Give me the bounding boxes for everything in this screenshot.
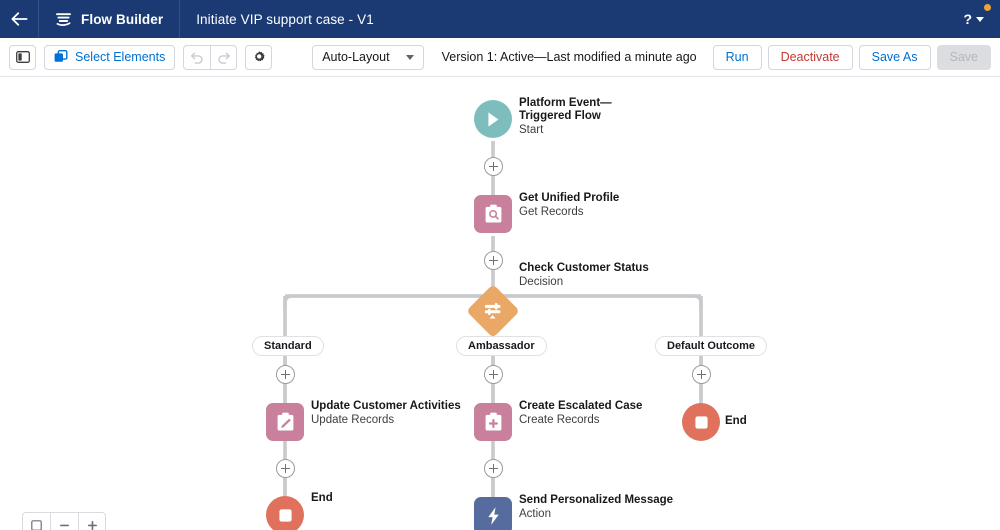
node-check-customer-status-subtitle: Decision [519,275,564,288]
add-element-button-ambassador[interactable] [484,365,503,384]
arrow-left-icon [11,11,28,26]
node-update-customer-activities-label: Update Customer Activities Update Record… [311,400,461,427]
select-elements-icon [54,50,68,62]
node-get-unified-profile-subtitle: Get Records [519,205,584,218]
node-get-unified-profile-title: Get Unified Profile [519,192,620,204]
branch-label-standard[interactable]: Standard [252,336,324,356]
play-icon [488,111,499,127]
node-start-title: Platform Event—Triggered Flow [519,97,612,122]
save-as-button[interactable]: Save As [858,44,931,70]
select-elements-button[interactable]: Select Elements [44,44,176,70]
stop-square-icon [694,415,708,429]
redo-button[interactable] [210,44,238,70]
add-element-button-1[interactable] [484,157,503,176]
node-get-unified-profile[interactable] [474,195,512,233]
node-create-escalated-case[interactable] [474,403,512,441]
gear-icon [254,51,265,62]
branch-label-default-outcome[interactable]: Default Outcome [655,336,768,356]
toggle-left-panel-icon [15,51,30,63]
app-name: Flow Builder [81,11,164,27]
node-check-customer-status-title: Check Customer Status [519,262,649,274]
back-button[interactable] [0,0,38,38]
layout-mode-value: Auto-Layout [322,50,390,64]
add-element-button-ambassador-2[interactable] [484,459,503,478]
node-start-label: Platform Event—Triggered Flow Start [519,97,661,137]
app-header: Flow Builder Initiate VIP support case -… [0,0,1000,38]
node-start[interactable] [474,100,512,138]
undo-icon [191,52,204,64]
flow-settings-button[interactable] [245,44,273,70]
question-mark-icon: ? [963,11,972,27]
update-records-node-shape [266,403,304,441]
node-end-standard-title: End [311,492,333,504]
end-node-shape [266,496,304,530]
toggle-left-panel-button[interactable] [9,44,36,70]
chevron-down-icon [976,16,984,22]
node-end-default-outcome-label: End [725,415,747,428]
layout-mode-select[interactable]: Auto-Layout [312,44,424,70]
redo-icon [218,52,230,64]
zoom-in-button[interactable] [78,512,106,530]
node-end-default-outcome[interactable] [682,403,720,441]
help-menu-button[interactable]: ? [963,11,984,27]
decision-icon-wrap [483,302,503,321]
add-element-button-standard[interactable] [276,365,295,384]
node-send-personalized-message-subtitle: Action [519,507,551,520]
branch-label-ambassador[interactable]: Ambassador [456,336,547,356]
node-end-standard-label: End [311,492,333,505]
flow-canvas[interactable]: Platform Event—Triggered Flow Start Get … [0,78,1000,530]
add-element-button-default[interactable] [692,365,711,384]
zoom-to-fit-button[interactable] [22,512,50,530]
node-send-personalized-message[interactable] [474,497,512,530]
version-status: Version 1: Active—Last modified a minute… [441,50,697,64]
add-element-button-2[interactable] [484,251,503,270]
node-send-personalized-message-label: Send Personalized Message Action [519,494,673,521]
stop-square-icon [278,508,292,522]
node-send-personalized-message-title: Send Personalized Message [519,494,674,506]
zoom-to-fit-icon [31,519,42,530]
start-node-shape [474,100,512,138]
node-get-unified-profile-label: Get Unified Profile Get Records [519,192,619,219]
clipboard-pencil-icon [277,412,293,431]
clipboard-search-icon [485,204,501,223]
select-elements-label: Select Elements [75,50,166,64]
node-start-subtitle: Start [519,123,544,136]
save-button[interactable]: Save [936,44,991,70]
canvas-zoom-controls [22,512,106,530]
end-node-shape [682,403,720,441]
undo-button[interactable] [183,44,211,70]
node-end-standard[interactable] [266,496,304,530]
zoom-in-icon [87,520,97,530]
header-actions: ? [963,0,1000,38]
node-update-customer-activities[interactable] [266,403,304,441]
node-check-customer-status-label: Check Customer Status Decision [519,262,649,289]
node-create-escalated-case-label: Create Escalated Case Create Records [519,400,642,427]
chevron-down-icon [405,54,414,60]
action-node-shape [474,497,512,530]
decision-node-shape [466,284,520,338]
create-records-node-shape [474,403,512,441]
node-create-escalated-case-title: Create Escalated Case [519,400,643,412]
zoom-out-button[interactable] [50,512,78,530]
flow-builder-logo-icon [56,13,71,26]
lightning-bolt-icon [487,507,499,525]
run-button[interactable]: Run [712,44,762,70]
flow-title: Initiate VIP support case - V1 [196,11,374,27]
get-records-node-shape [474,195,512,233]
zoom-out-icon [60,524,69,526]
node-check-customer-status[interactable] [466,284,520,338]
node-update-customer-activities-subtitle: Update Records [311,413,395,426]
decision-sliders-icon [485,302,501,319]
flow-toolbar: Select Elements Auto-Layout Version 1: A… [0,38,1000,77]
deactivate-button[interactable]: Deactivate [767,44,853,70]
node-update-customer-activities-title: Update Customer Activities [311,400,461,412]
node-end-default-outcome-title: End [725,415,747,427]
node-create-escalated-case-subtitle: Create Records [519,413,600,426]
notification-dot[interactable] [984,4,991,11]
undo-redo-group [183,44,238,70]
app-identity[interactable]: Flow Builder [39,0,179,38]
add-element-button-standard-2[interactable] [276,459,295,478]
clipboard-plus-icon [485,412,501,431]
